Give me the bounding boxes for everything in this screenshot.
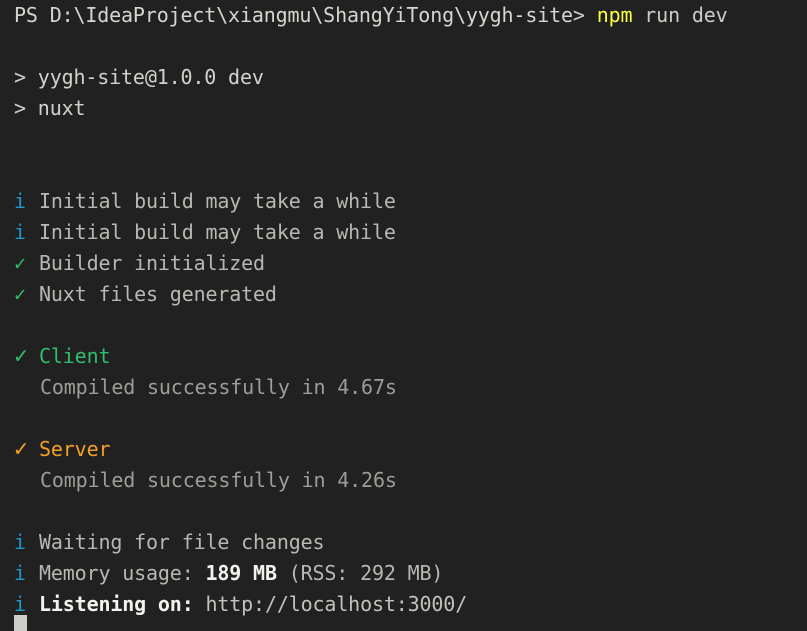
log-text: Nuxt files generated [39,282,277,306]
terminal-window[interactable]: PS D:\IdeaProject\xiangmu\ShangYiTong\yy… [0,0,807,631]
listening-label: Listening on: [39,592,206,616]
npm-script-line: > nuxt [14,93,86,124]
command-args: run dev [632,3,728,27]
waiting-text: Waiting for file changes [39,530,325,554]
script-arrow: > [14,96,38,120]
log-line-initial-build: i Initial build may take a while [14,186,396,217]
info-icon: i [14,561,26,585]
working-directory: D:\IdeaProject\xiangmu\ShangYiTong\yygh-… [49,3,573,27]
check-icon: ✓ [14,251,26,275]
log-line-listening: i Listening on: http://localhost:3000/ [14,589,467,620]
bundle-header-client: ✓ Client [14,341,111,372]
bundle-status-client: Compiled successfully in 4.67s [40,372,397,403]
terminal-cursor [14,615,27,631]
shell-prefix: PS [14,3,50,27]
log-text: Initial build may take a while [39,220,396,244]
bundle-name: Server [39,437,111,461]
log-line-waiting: i Waiting for file changes [14,527,325,558]
info-icon: i [14,530,26,554]
bundle-status-text: Compiled successfully in 4.67s [40,375,397,399]
check-icon: ✓ [14,343,28,369]
log-line-nuxt-files-generated: ✓ Nuxt files generated [14,279,277,310]
log-text: Initial build may take a while [39,189,396,213]
memory-label: Memory usage: [39,561,206,585]
bundle-status-text: Compiled successfully in 4.26s [40,468,397,492]
prompt-symbol: > [572,3,597,27]
check-icon: ✓ [14,436,28,462]
info-icon: i [14,220,26,244]
prompt-line: PS D:\IdeaProject\xiangmu\ShangYiTong\yy… [14,0,728,31]
log-text: Builder initialized [39,251,265,275]
log-line-builder-initialized: ✓ Builder initialized [14,248,265,279]
bundle-header-server: ✓ Server [14,434,111,465]
script-text: nuxt [37,96,86,120]
bundle-name: Client [39,344,111,368]
log-line-memory-usage: i Memory usage: 189 MB (RSS: 292 MB) [14,558,443,589]
info-icon: i [14,189,26,213]
script-arrow: > [14,65,38,89]
check-icon: ✓ [14,282,26,306]
listening-url[interactable]: http://localhost:3000/ [205,592,467,616]
script-text: yygh-site@1.0.0 dev [37,65,264,89]
memory-value: 189 MB [205,561,277,585]
bundle-status-server: Compiled successfully in 4.26s [40,465,397,496]
npm-script-line: > yygh-site@1.0.0 dev [14,62,264,93]
memory-rss: (RSS: 292 MB) [276,561,444,585]
log-line-initial-build: i Initial build may take a while [14,217,396,248]
command-name: npm [596,3,633,27]
